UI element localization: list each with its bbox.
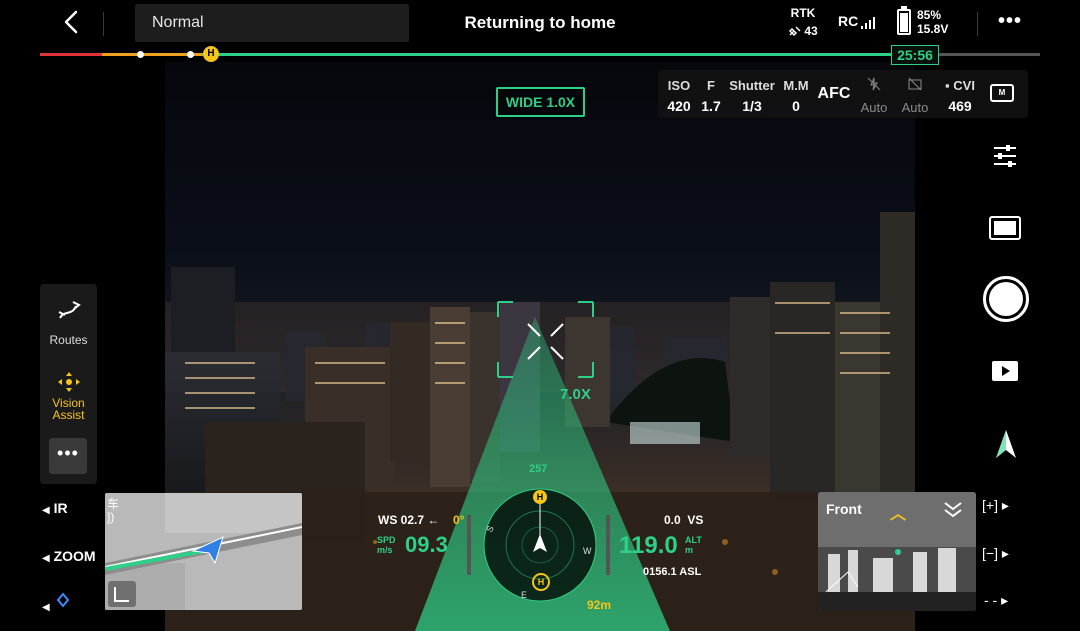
more-horizontal-icon[interactable]: ••• — [996, 10, 1024, 34]
flight-mode-selector[interactable]: Normal — [135, 4, 409, 42]
battery-voltage: 15.8V — [917, 22, 949, 36]
battery-status[interactable]: 85% 15.8V — [897, 6, 949, 36]
battery-percent: 85% — [917, 8, 942, 22]
flight-progress-bar: H — [40, 46, 1040, 62]
altitude: 119.0 — [619, 532, 678, 559]
photo-mode-icon[interactable] — [989, 216, 1021, 240]
battery-icon — [897, 6, 911, 35]
focus-mode: AFC — [817, 85, 851, 102]
routes-button[interactable]: Routes — [40, 298, 97, 347]
front-camera-view[interactable]: Front ︿ — [818, 492, 976, 611]
storage-status: ▪ CVI 469 — [945, 78, 975, 114]
top-bar: Normal Returning to home RTK 43 RC 85% 1… — [0, 0, 1080, 48]
zoom-out-button[interactable]: [−] ▸ — [982, 545, 1009, 562]
vision-assist-button[interactable]: Vision Assist — [40, 370, 97, 421]
zoom-overlay: 7.0X — [560, 386, 591, 403]
altitude-label: ALT m — [685, 535, 702, 555]
param-iso: ISO 420 — [667, 78, 691, 114]
auto-setting-2: Auto — [897, 76, 933, 118]
auto-setting-1: Auto — [856, 76, 892, 118]
camera-off-icon — [908, 77, 922, 91]
more-horizontal-icon[interactable]: ••• — [49, 438, 87, 474]
front-camera-label: Front — [826, 501, 862, 517]
back-button[interactable] — [56, 8, 88, 38]
vision-assist-label: Vision Assist — [52, 396, 85, 422]
battery-fill — [900, 13, 908, 32]
flash-off-icon — [867, 77, 881, 91]
home-point-marker: H — [203, 46, 219, 62]
rtk-satellite-count: 43 — [804, 24, 818, 38]
divider — [977, 12, 978, 36]
camera-settings-sliders-icon[interactable] — [990, 143, 1020, 169]
vision-assist-icon — [57, 372, 80, 392]
progress-dot — [137, 51, 144, 58]
home-direction-marker: H — [532, 573, 550, 591]
rc-signal[interactable]: RC — [838, 13, 876, 29]
horizontal-speed: 09.3 — [405, 532, 448, 557]
progress-dot — [187, 51, 194, 58]
flight-mode-label: Normal — [152, 14, 204, 31]
speed-gauge — [467, 515, 471, 575]
navigation-arrow-icon[interactable] — [994, 428, 1018, 460]
wind-speed: WS 02.7 ← — [378, 513, 440, 527]
ir-button[interactable]: ◀ IR — [42, 500, 68, 516]
param-aperture: F 1.7 — [701, 78, 721, 114]
map-label-fragment: ]) — [107, 510, 115, 524]
vertical-speed: 0.0 VS — [664, 513, 704, 527]
camera-parameters-panel[interactable]: ISO 420 F 1.7 Shutter 1/3 M.M 0 AFC Auto… — [658, 70, 1028, 118]
more-options-button[interactable]: - - ▸ — [984, 592, 1008, 609]
collapse-icon[interactable] — [942, 500, 964, 518]
compass-west: W — [583, 546, 592, 556]
gimbal-control[interactable]: ◀ — [42, 592, 72, 613]
remaining-flight-time: 25:56 — [891, 45, 939, 65]
home-distance: 92m — [587, 598, 612, 612]
playback-icon[interactable] — [991, 360, 1019, 382]
caret-left-icon: ◀ — [42, 505, 50, 516]
home-point-marker: H — [533, 490, 547, 504]
altitude-gauge — [606, 515, 610, 575]
rc-label: RC — [838, 13, 859, 29]
sd-card-icon: ▪ — [945, 78, 950, 93]
zoom-button[interactable]: ◀ ZOOM — [42, 548, 96, 564]
caret-left-icon: ◀ — [42, 602, 50, 613]
flight-status: Returning to home — [464, 13, 616, 32]
rtk-status[interactable]: RTK 43 — [783, 4, 823, 40]
compass: S W E H H — [481, 486, 599, 604]
rtk-label: RTK — [790, 6, 816, 20]
progress-segment-green — [202, 53, 892, 56]
chevron-left-icon — [64, 10, 78, 34]
signal-bars-icon — [861, 15, 876, 29]
zoom-in-button[interactable]: [+] ▸ — [982, 497, 1009, 514]
satellite-icon — [789, 26, 801, 37]
param-metering: M.M 0 — [783, 78, 809, 114]
progress-segment-red — [40, 53, 102, 56]
corner-expand-icon — [114, 587, 129, 602]
lens-zoom-badge[interactable]: WIDE 1.0X — [496, 87, 585, 117]
heading-value: 257 — [529, 463, 548, 475]
param-shutter: Shutter 1/3 — [729, 78, 775, 114]
camera-mode-icon[interactable]: M — [990, 84, 1014, 102]
gimbal-icon — [56, 592, 69, 608]
altitude-asl: 0156.1 ASL — [643, 566, 702, 578]
speed-label: SPD m/s — [377, 535, 396, 555]
divider — [103, 12, 104, 36]
shutter-button[interactable] — [983, 276, 1029, 322]
routes-label: Routes — [49, 333, 88, 347]
gimbal-angle: 0° — [453, 513, 465, 527]
routes-icon — [58, 301, 81, 319]
left-tool-panel: Routes Vision Assist ••• — [40, 284, 97, 484]
arrow-left-icon: ← — [427, 513, 440, 527]
chevron-up-icon[interactable]: ︿ — [890, 500, 906, 524]
compass-east: E — [521, 590, 528, 600]
map-expand-button[interactable] — [108, 581, 136, 607]
caret-left-icon: ◀ — [42, 553, 50, 564]
